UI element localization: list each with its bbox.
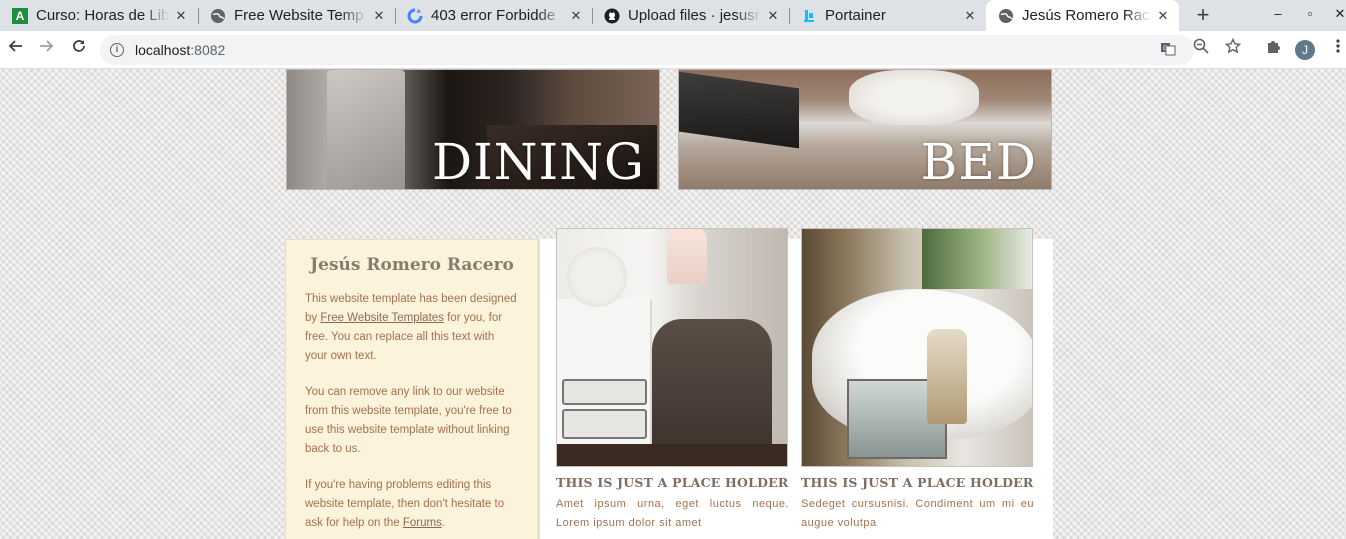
category-label: BED — [920, 133, 1037, 190]
placeholder-text: Amet ipsum urna, eget luctus neque. Lore… — [556, 498, 789, 529]
tab-curso[interactable]: A Curso: Horas de Lib ✕ — [0, 0, 197, 31]
svg-text:G: G — [1163, 45, 1168, 52]
category-label: DINING — [431, 133, 645, 190]
bathtub-photo[interactable] — [801, 228, 1033, 467]
page-viewport: DINING BED Jesús Romero Racero This webs… — [0, 69, 1346, 539]
placeholder-title[interactable]: THIS IS JUST A PLACE HOLDER — [556, 475, 788, 490]
zoom-icon[interactable] — [1189, 37, 1213, 61]
portainer-icon — [801, 8, 817, 24]
browser-toolbar: i localhost:8082 G J — [0, 31, 1346, 69]
placeholder-title[interactable]: THIS IS JUST A PLACE HOLDER — [801, 475, 1033, 490]
sidebar: Jesús Romero Racero This website templat… — [285, 239, 540, 539]
github-icon — [604, 8, 620, 24]
new-tab-button[interactable]: + — [1191, 3, 1215, 27]
url-port: :8082 — [190, 42, 226, 58]
free-website-templates-link[interactable]: Free Website Templates — [320, 312, 444, 324]
close-icon[interactable]: ✕ — [568, 8, 584, 24]
sidebar-paragraph: If you're having problems editing this w… — [305, 476, 519, 533]
refresh-logo-icon — [407, 8, 423, 24]
tab-free-website-templates[interactable]: Free Website Temp ✕ — [198, 0, 395, 31]
text: . — [441, 517, 445, 529]
tab-strip: A Curso: Horas de Lib ✕ Free Website Tem… — [0, 0, 1346, 31]
url-host: localhost — [135, 42, 191, 58]
sidebar-paragraph: This website template has been designed … — [305, 290, 519, 366]
tab-github-upload[interactable]: Upload files · jesusr ✕ — [592, 0, 789, 31]
close-icon[interactable]: ✕ — [173, 8, 189, 24]
dining-category-image[interactable]: DINING — [286, 69, 660, 190]
tab-title: Upload files · jesusr — [628, 7, 760, 24]
minimize-button[interactable]: – — [1268, 6, 1288, 24]
bookmark-star-icon[interactable] — [1221, 37, 1245, 61]
nursery-photo[interactable] — [556, 228, 788, 467]
globe-icon — [998, 8, 1014, 24]
reload-icon[interactable] — [67, 37, 91, 61]
forward-arrow-icon[interactable] — [35, 37, 59, 61]
content-area: Jesús Romero Racero This website templat… — [285, 228, 1053, 539]
placeholder-text: Sedeget cursusnisi. Condiment um mi eu a… — [801, 498, 1034, 529]
tab-portainer[interactable]: Portainer ✕ — [789, 0, 986, 31]
back-arrow-icon[interactable] — [3, 37, 27, 61]
address-bar[interactable]: i localhost:8082 G — [100, 35, 1194, 65]
sidebar-title: Jesús Romero Racero — [310, 255, 514, 275]
coursera-a-icon: A — [12, 7, 28, 24]
tab-403-error[interactable]: 403 error Forbidde ✕ — [395, 0, 592, 31]
sidebar-paragraph: You can remove any link to our website f… — [305, 386, 512, 455]
tab-title: Free Website Temp — [234, 7, 364, 24]
url-text[interactable]: localhost:8082 — [135, 42, 225, 58]
tab-title: Jesús Romero Racero — [1022, 7, 1151, 24]
tab-title: 403 error Forbidde — [431, 7, 556, 24]
maximize-button[interactable]: ▫ — [1300, 6, 1320, 24]
close-window-button[interactable]: ✕ — [1330, 6, 1346, 24]
close-icon[interactable]: ✕ — [371, 8, 387, 24]
close-icon[interactable]: ✕ — [765, 8, 781, 24]
close-icon[interactable]: ✕ — [1155, 8, 1171, 24]
tab-jesus-romero-racero[interactable]: Jesús Romero Racero ✕ — [986, 0, 1179, 31]
site-info-icon[interactable]: i — [110, 43, 124, 57]
globe-icon — [210, 8, 226, 24]
more-menu-icon[interactable] — [1326, 37, 1346, 61]
close-icon[interactable]: ✕ — [962, 8, 978, 24]
forums-link[interactable]: Forums — [403, 517, 442, 529]
extensions-puzzle-icon[interactable] — [1261, 37, 1285, 61]
tab-title: Portainer — [825, 7, 886, 24]
bed-category-image[interactable]: BED — [678, 69, 1052, 190]
translate-icon[interactable]: G — [1158, 41, 1178, 61]
profile-avatar[interactable]: J — [1295, 40, 1315, 60]
tab-title: Curso: Horas de Lib — [36, 7, 169, 24]
